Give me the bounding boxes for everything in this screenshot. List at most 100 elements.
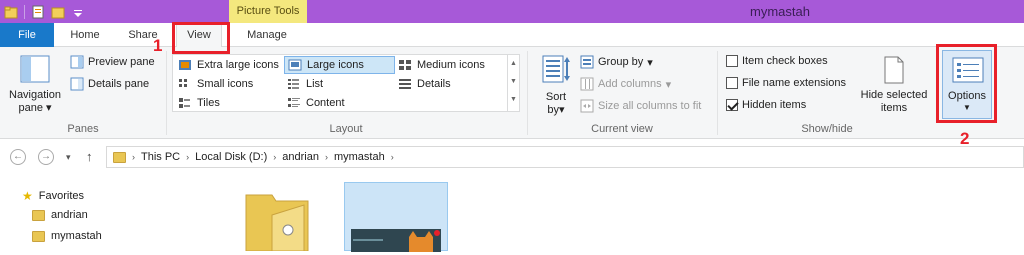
add-columns-label: Add columns: [598, 78, 662, 90]
folder-item[interactable]: [242, 185, 312, 252]
breadcrumb-separator-icon[interactable]: ›: [325, 152, 328, 162]
large-icons-icon: [288, 59, 302, 71]
up-arrow-icon[interactable]: ↑: [86, 149, 93, 164]
file-name-extensions-label: File name extensions: [742, 77, 846, 89]
layout-item-label: Small icons: [197, 78, 254, 90]
preview-pane-button[interactable]: Preview pane: [70, 55, 155, 69]
star-icon: ★: [22, 189, 33, 203]
item-check-boxes-label: Item check boxes: [742, 55, 828, 67]
medium-icons-icon: [399, 60, 411, 70]
back-arrow-icon[interactable]: ←: [10, 149, 26, 165]
group-label-layout: Layout: [329, 123, 363, 135]
hidden-items-checkbox[interactable]: [726, 99, 738, 111]
breadcrumb-andrian[interactable]: andrian: [282, 151, 319, 163]
annotation-number-2: 2: [960, 129, 970, 148]
navigation-pane-button[interactable]: Navigation pane ▾: [6, 53, 64, 115]
group-label-current-view: Current view: [591, 123, 653, 135]
layout-gallery-scroll[interactable]: ▲ ▼ ▼: [507, 55, 519, 111]
layout-small-icons[interactable]: Small icons: [175, 75, 283, 93]
nav-favorites[interactable]: ★ Favorites: [22, 189, 84, 203]
file-name-extensions-checkbox[interactable]: [726, 77, 738, 89]
hide-selected-label: Hide selected: [860, 89, 928, 101]
contextual-tab-label: Picture Tools: [229, 0, 307, 23]
group-by-label: Group by: [598, 56, 644, 68]
preview-pane-icon: [70, 55, 84, 69]
address-bar-row: ← → ▾ ↑ › This PC › Local Disk (D:) › an…: [0, 139, 1024, 177]
item-check-boxes-checkbox[interactable]: [726, 55, 738, 67]
details-icon: [399, 79, 411, 89]
navigation-pane-label: Navigation: [9, 89, 61, 101]
recent-locations-chevron-icon[interactable]: ▾: [66, 152, 71, 163]
layout-gallery: Extra large icons Large icons Medium ico…: [172, 54, 520, 112]
layout-item-label: Content: [306, 97, 345, 109]
forward-arrow-icon[interactable]: →: [38, 149, 54, 165]
group-by-icon: [580, 55, 594, 69]
scroll-down-icon[interactable]: ▼: [508, 73, 519, 91]
chevron-down-icon: ▾: [647, 56, 653, 69]
hide-selected-items-icon: [884, 56, 904, 84]
hidden-items-toggle[interactable]: Hidden items: [726, 99, 806, 111]
sort-by-icon: [542, 55, 570, 83]
navigation-pane-label-2: pane ▾: [18, 102, 52, 114]
image-item-selected[interactable]: [344, 182, 448, 252]
add-columns-button[interactable]: Add columns ▾: [580, 77, 671, 91]
quick-access-toolbar: [4, 3, 85, 21]
breadcrumb-local-disk[interactable]: Local Disk (D:): [195, 151, 267, 163]
tab-file[interactable]: File: [0, 23, 54, 47]
group-by-button[interactable]: Group by ▾: [580, 55, 653, 69]
nav-item-mymastah[interactable]: mymastah: [32, 230, 102, 242]
scroll-up-icon[interactable]: ▲: [508, 55, 519, 73]
folder-icon[interactable]: [4, 5, 18, 19]
layout-content[interactable]: Content: [284, 94, 395, 112]
layout-list[interactable]: List: [284, 75, 395, 93]
nav-item-andrian[interactable]: andrian: [32, 209, 88, 221]
nav-favorites-label: Favorites: [38, 190, 85, 202]
details-pane-icon: [70, 77, 84, 91]
annotation-number-1: 1: [153, 36, 163, 55]
layout-item-label: List: [306, 78, 324, 90]
layout-tiles[interactable]: Tiles: [175, 94, 283, 112]
layout-large-icons[interactable]: Large icons: [284, 56, 395, 74]
extra-large-icons-icon: [179, 60, 191, 70]
sort-by-label-2: by▾: [547, 104, 565, 116]
sort-by-button[interactable]: Sort by▾: [536, 53, 576, 117]
small-icons-icon: [179, 79, 187, 87]
navigation-pane-icon: [20, 55, 50, 83]
layout-item-label: Large icons: [307, 59, 364, 71]
customize-toolbar-icon[interactable]: [71, 5, 85, 19]
folder-icon: [32, 230, 45, 242]
breadcrumb-separator-icon[interactable]: ›: [132, 152, 135, 162]
layout-extra-large-icons[interactable]: Extra large icons: [175, 56, 283, 74]
new-folder-icon[interactable]: [51, 5, 65, 19]
breadcrumb-separator-icon[interactable]: ›: [273, 152, 276, 162]
layout-medium-icons[interactable]: Medium icons: [395, 56, 507, 74]
size-columns-button[interactable]: Size all columns to fit: [580, 99, 701, 113]
expand-gallery-icon[interactable]: ▼: [508, 91, 519, 109]
file-list-area[interactable]: [200, 177, 1024, 252]
tiles-icon: [179, 98, 190, 108]
hide-selected-items-button[interactable]: Hide selected items: [856, 55, 932, 115]
title-bar: Picture Tools mymastah: [0, 0, 1024, 23]
layout-item-label: Details: [417, 78, 451, 90]
group-label-panes: Panes: [67, 123, 99, 135]
image-thumbnail: [351, 229, 441, 252]
layout-details[interactable]: Details: [395, 75, 507, 93]
window-title: mymastah: [750, 4, 810, 19]
details-pane-button[interactable]: Details pane: [70, 77, 149, 91]
properties-icon[interactable]: [31, 5, 45, 19]
tab-manage[interactable]: Manage: [234, 23, 300, 47]
layout-item-label: Extra large icons: [197, 59, 279, 71]
nav-item-label: andrian: [51, 209, 88, 221]
tab-home[interactable]: Home: [62, 23, 108, 47]
navigation-pane: ★ Favorites andrian mymastah: [0, 177, 200, 251]
folder-icon: [245, 194, 309, 252]
breadcrumb-separator-icon[interactable]: ›: [391, 152, 394, 162]
breadcrumb-separator-icon[interactable]: ›: [186, 152, 189, 162]
breadcrumb-mymastah[interactable]: mymastah: [334, 151, 385, 163]
ribbon: Navigation pane ▾ Preview pane Details p…: [0, 47, 1024, 139]
address-field[interactable]: › This PC › Local Disk (D:) › andrian › …: [106, 146, 1024, 168]
file-name-extensions-toggle[interactable]: File name extensions: [726, 77, 846, 89]
breadcrumb-this-pc[interactable]: This PC: [141, 151, 180, 163]
group-label-show-hide: Show/hide: [801, 123, 853, 135]
item-check-boxes-toggle[interactable]: Item check boxes: [726, 55, 828, 67]
